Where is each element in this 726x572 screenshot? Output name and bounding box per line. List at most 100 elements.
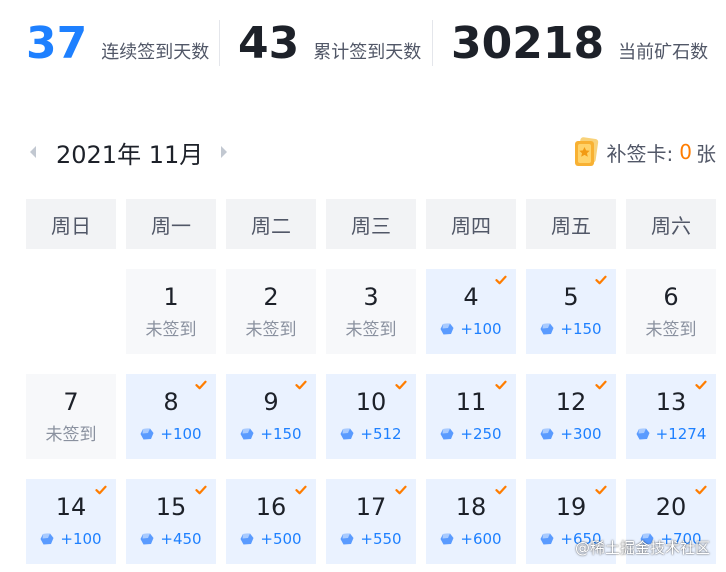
stat-value: 37 [26, 18, 88, 69]
calendar-day-cell[interactable]: 2 未签到 [226, 269, 316, 354]
ore-reward: +300 [526, 425, 616, 443]
checkmark-icon [195, 380, 207, 390]
calendar-day-cell[interactable]: 15 +450 [126, 479, 216, 564]
day-number: 19 [555, 493, 587, 521]
ore-reward: +600 [426, 530, 516, 548]
day-number: 14 [55, 493, 87, 521]
ore-reward-value: +100 [160, 425, 202, 443]
ore-reward: +450 [126, 530, 216, 548]
calendar-day-cell[interactable]: 1 未签到 [126, 269, 216, 354]
calendar-day-cell[interactable]: 14 +100 [26, 479, 116, 564]
checkmark-icon [495, 380, 507, 390]
month-label: 2021年 11月 [56, 140, 204, 169]
prev-month-button[interactable] [26, 142, 40, 162]
checkmark-icon [495, 275, 507, 285]
unsigned-status: 未签到 [645, 320, 697, 340]
stat-divider [219, 20, 220, 66]
makeup-card-info[interactable]: 补签卡: 0 张 [573, 134, 716, 170]
ore-reward-value: +150 [260, 425, 302, 443]
checkmark-icon [595, 275, 607, 285]
weekday-mon: 周一 [126, 199, 216, 249]
ore-reward: +1274 [626, 425, 716, 443]
ore-icon [440, 428, 454, 440]
ore-icon [540, 533, 554, 545]
chevron-right-icon [221, 146, 228, 158]
day-number: 2 [263, 283, 279, 311]
stat-value: 30218 [451, 18, 605, 69]
checkmark-icon [595, 380, 607, 390]
stat-label: 当前矿石数 [618, 42, 709, 63]
checkmark-icon [495, 485, 507, 495]
ore-reward: +250 [426, 425, 516, 443]
ore-icon [240, 428, 254, 440]
checkmark-icon [395, 485, 407, 495]
calendar-day-cell[interactable]: 5 +150 [526, 269, 616, 354]
day-number: 17 [355, 493, 387, 521]
ore-reward: +100 [126, 425, 216, 443]
ore-reward-value: +450 [160, 530, 202, 548]
ore-reward-value: +550 [360, 530, 402, 548]
stat-label: 连续签到天数 [101, 42, 210, 63]
day-number: 13 [655, 388, 687, 416]
makeup-card-label: 补签卡: [606, 141, 674, 166]
ore-reward: +550 [326, 530, 416, 548]
ore-reward-value: +100 [460, 320, 502, 338]
calendar-day-cell[interactable]: 4 +100 [426, 269, 516, 354]
ore-icon [540, 428, 554, 440]
weekday-tue: 周二 [226, 199, 316, 249]
checkmark-icon [295, 380, 307, 390]
day-number: 3 [363, 283, 379, 311]
calendar-day-cell[interactable]: 10 +512 [326, 374, 416, 459]
ore-icon [440, 533, 454, 545]
unsigned-status: 未签到 [145, 320, 197, 340]
stats-bar: 37 连续签到天数 43 累计签到天数 30218 当前矿石数 [0, 0, 726, 90]
weekday-fri: 周五 [526, 199, 616, 249]
ore-reward: +500 [226, 530, 316, 548]
ore-reward-value: +150 [560, 320, 602, 338]
ore-icon [340, 533, 354, 545]
checkmark-icon [695, 380, 707, 390]
unsigned-status: 未签到 [245, 320, 297, 340]
calendar-day-cell[interactable]: 13 +1274 [626, 374, 716, 459]
ore-reward: +512 [326, 425, 416, 443]
ore-reward: +150 [226, 425, 316, 443]
checkmark-icon [395, 380, 407, 390]
chevron-left-icon [30, 146, 36, 158]
calendar-day-cell[interactable]: 12 +300 [526, 374, 616, 459]
ore-icon [140, 533, 154, 545]
calendar-day-cell[interactable]: 6 未签到 [626, 269, 716, 354]
day-number: 11 [455, 388, 487, 416]
calendar-day-cell[interactable]: 17 +550 [326, 479, 416, 564]
ore-reward: +100 [26, 530, 116, 548]
unsigned-status: 未签到 [45, 425, 97, 445]
day-number: 8 [163, 388, 179, 416]
day-number: 4 [463, 283, 479, 311]
continuous-sign-days-stat: 37 连续签到天数 [26, 14, 209, 74]
calendar-day-cell[interactable]: 8 +100 [126, 374, 216, 459]
ore-reward-value: +100 [60, 530, 102, 548]
calendar-day-cell[interactable]: 9 +150 [226, 374, 316, 459]
ore-reward: +150 [526, 320, 616, 338]
ore-reward: +100 [426, 320, 516, 338]
calendar-day-cell[interactable]: 16 +500 [226, 479, 316, 564]
day-number: 18 [455, 493, 487, 521]
calendar-day-cell[interactable]: 11 +250 [426, 374, 516, 459]
day-number: 7 [63, 388, 79, 416]
next-month-button[interactable] [217, 142, 231, 162]
checkmark-icon [695, 485, 707, 495]
calendar-day-cell[interactable]: 18 +600 [426, 479, 516, 564]
day-number: 15 [155, 493, 187, 521]
watermark: @稀土掘金技术社区 [574, 539, 710, 557]
checkmark-icon [95, 485, 107, 495]
weekday-wed: 周三 [326, 199, 416, 249]
calendar-day-cell[interactable]: 7 未签到 [26, 374, 116, 459]
stat-label: 累计签到天数 [313, 42, 422, 63]
month-navigator: 2021年 11月 [26, 134, 231, 170]
day-number: 1 [163, 283, 179, 311]
ore-icon [40, 533, 54, 545]
weekday-thu: 周四 [426, 199, 516, 249]
total-sign-days-stat: 43 累计签到天数 [238, 14, 421, 74]
checkmark-icon [595, 485, 607, 495]
makeup-card-count: 0 [679, 140, 692, 164]
calendar-day-cell[interactable]: 3 未签到 [326, 269, 416, 354]
